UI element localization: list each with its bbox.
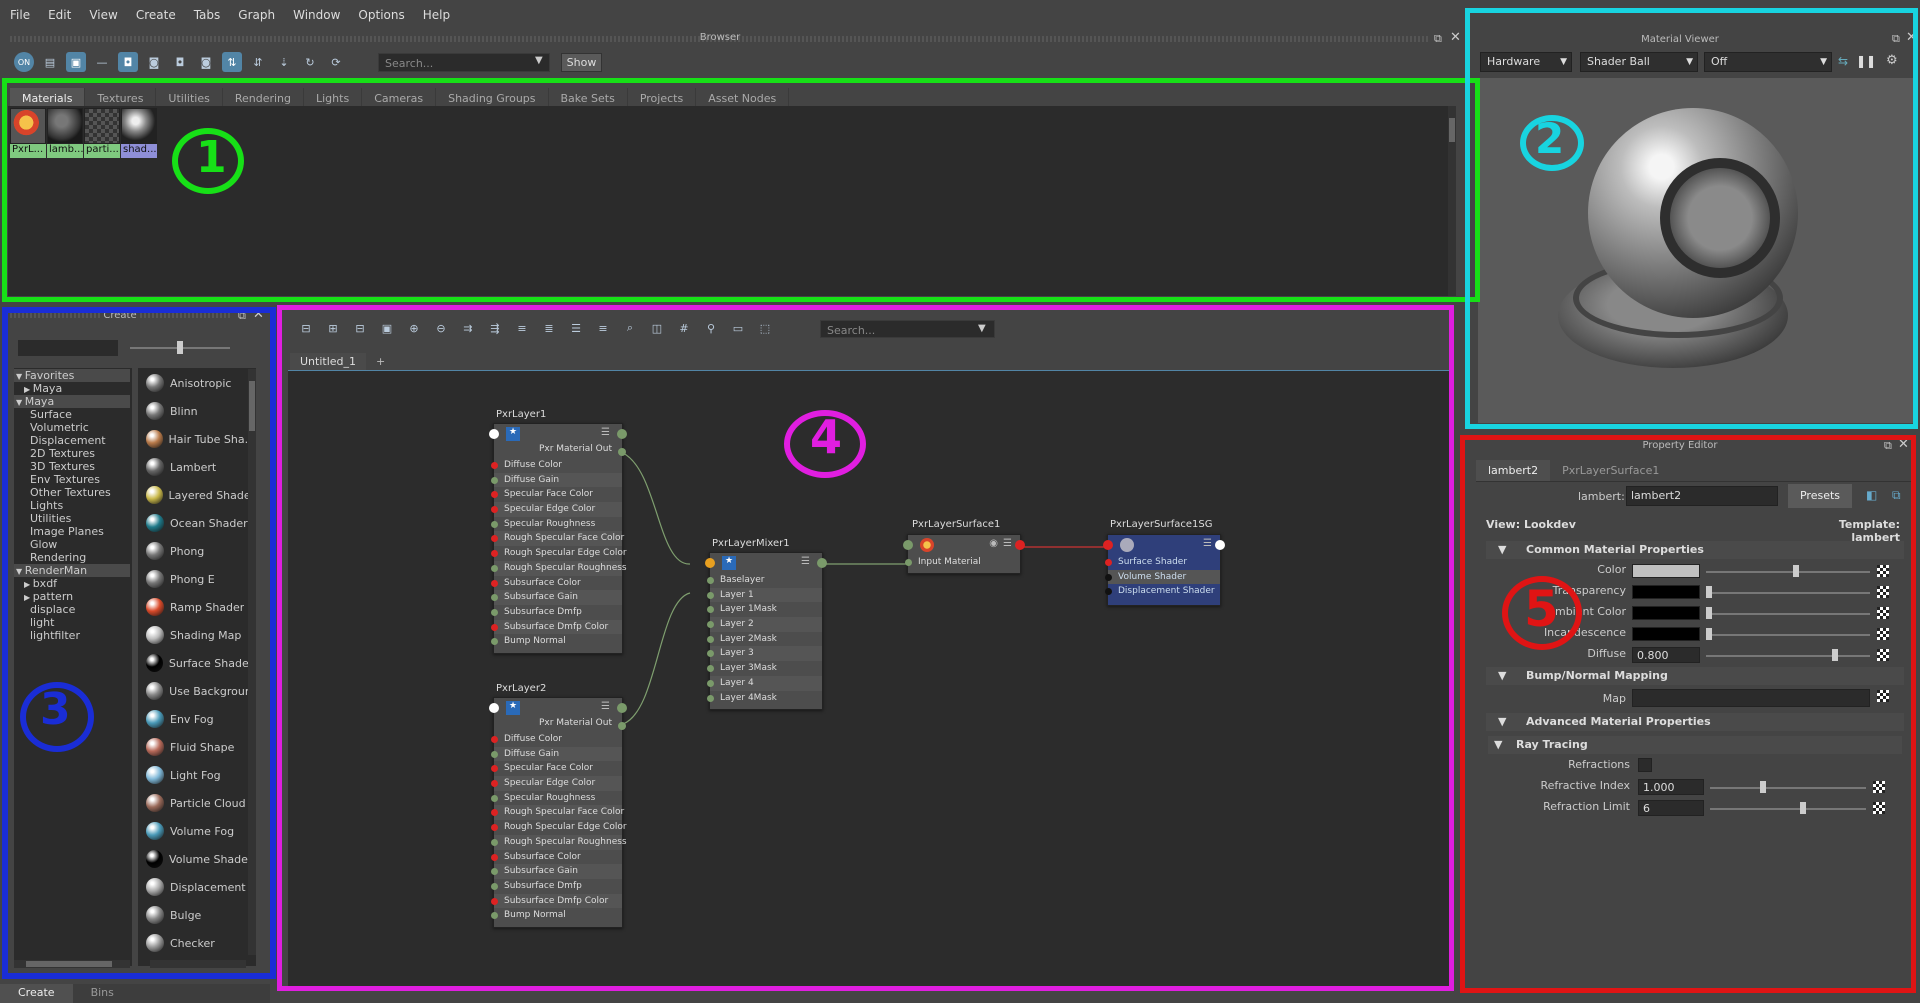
show-button[interactable]: Show — [561, 53, 602, 72]
float-icon[interactable]: ⧉ — [1434, 32, 1442, 46]
annotation-label-1: 1 — [196, 132, 227, 183]
annotation-label-3: 3 — [40, 684, 71, 735]
toggle-on-icon[interactable]: ON — [14, 52, 34, 72]
reverse-sort-button[interactable]: ↻ — [300, 52, 320, 72]
menu-tabs[interactable]: Tabs — [194, 8, 221, 22]
view-list-button[interactable]: — — [92, 52, 112, 72]
highlight-property-editor — [1460, 435, 1916, 993]
browser-title: Browser — [699, 32, 741, 43]
menu-edit[interactable]: Edit — [48, 8, 71, 22]
sort-name-button[interactable]: ⇅ — [222, 52, 242, 72]
icon-size-2-button[interactable]: ◙ — [144, 52, 164, 72]
tab-create[interactable]: Create — [0, 984, 73, 1003]
highlight-node-editor — [277, 305, 1454, 991]
close-icon[interactable]: ✕ — [1450, 30, 1461, 45]
sort-time-button[interactable]: ⇣ — [274, 52, 294, 72]
menu-file[interactable]: File — [10, 8, 30, 22]
refresh-icon[interactable]: ⟳ — [326, 52, 346, 72]
tab-bins[interactable]: Bins — [73, 984, 132, 1003]
layout-icon[interactable]: ▤ — [40, 52, 60, 72]
icon-size-3-button[interactable]: ◘ — [170, 52, 190, 72]
browser-search-placeholder: Search... — [385, 57, 434, 70]
annotation-label-5: 5 — [1524, 580, 1559, 638]
view-icons-button[interactable]: ▣ — [66, 52, 86, 72]
menu-graph[interactable]: Graph — [238, 8, 275, 22]
browser-search-input[interactable]: Search... — [378, 53, 550, 72]
highlight-material-viewer — [1465, 8, 1918, 429]
create-bottom-tabs: Create Bins — [0, 984, 270, 1003]
chevron-down-icon[interactable]: ▼ — [535, 55, 543, 66]
icon-size-4-button[interactable]: ◙ — [196, 52, 216, 72]
annotation-label-2: 2 — [1535, 114, 1565, 163]
menu-options[interactable]: Options — [358, 8, 404, 22]
menu-window[interactable]: Window — [293, 8, 340, 22]
sort-type-button[interactable]: ⇵ — [248, 52, 268, 72]
menu-view[interactable]: View — [89, 8, 117, 22]
menu-create[interactable]: Create — [136, 8, 176, 22]
icon-size-1-button[interactable]: ◘ — [118, 52, 138, 72]
menu-help[interactable]: Help — [423, 8, 450, 22]
annotation-label-4: 4 — [810, 410, 843, 464]
highlight-create-panel — [2, 307, 276, 979]
